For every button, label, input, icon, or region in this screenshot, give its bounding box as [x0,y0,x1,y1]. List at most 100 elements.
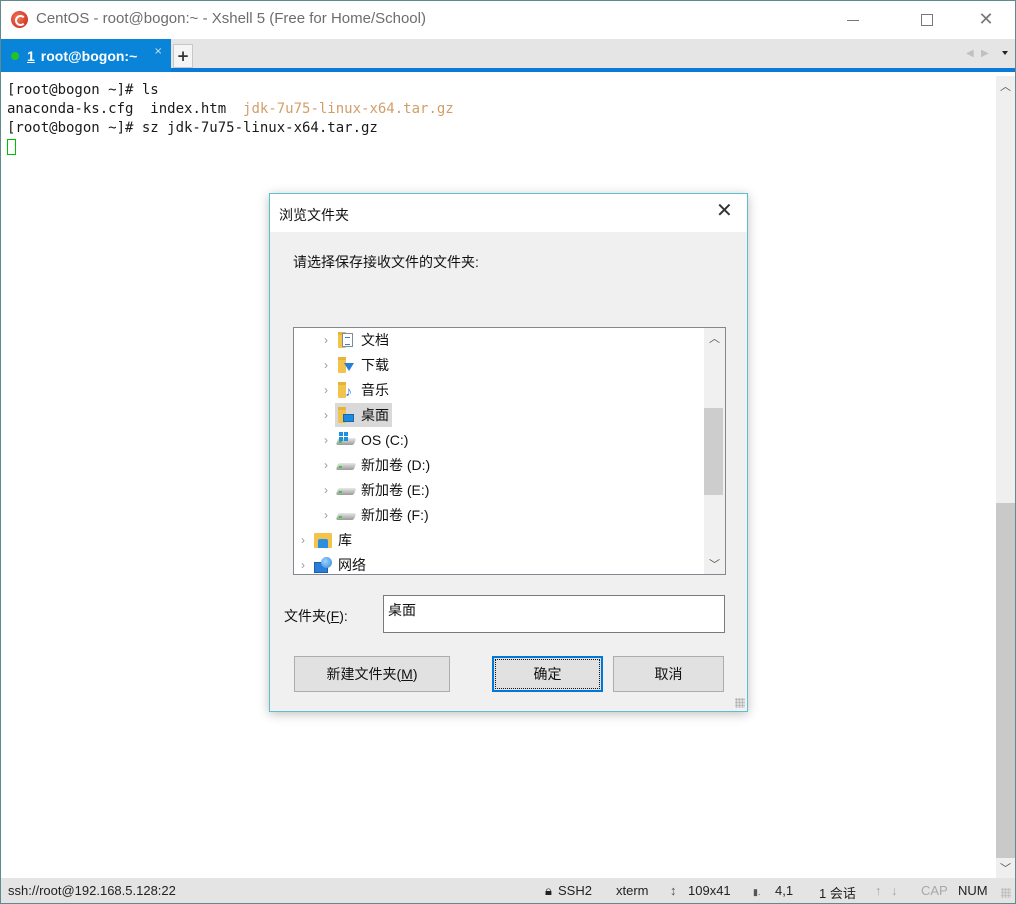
tree-item-content: 文档 [335,328,392,352]
downloads-folder-icon [337,357,355,373]
dialog-title-bar: 浏览文件夹 ✕ [270,194,747,232]
tree-item-drive-d[interactable]: › 新加卷 (D:) [317,453,433,477]
file-entry: index.htm [150,101,227,117]
expand-chevron-icon[interactable]: › [317,358,335,372]
tab-label: root@bogon:~ [40,47,138,64]
minimize-icon [847,19,859,21]
tree-item-content: OS (C:) [335,428,411,452]
resize-icon: ↕ [670,883,677,898]
caps-lock-indicator: CAP [921,883,948,898]
cursor-position-icon: ▮. [753,887,761,897]
command: sz jdk-7u75-linux-x64.tar.gz [141,120,378,136]
dialog-resize-grip-icon[interactable] [735,698,745,708]
tree-item-content: 网络 [312,553,369,574]
library-icon [314,532,332,548]
tree-item-drive-e[interactable]: › 新加卷 (E:) [317,478,432,502]
new-tab-button[interactable]: + [173,44,193,68]
tree-item-content: 下载 [335,353,392,377]
expand-chevron-icon[interactable]: › [317,333,335,347]
close-button[interactable]: ✕ [963,1,1009,39]
new-folder-accesskey: M [401,666,413,682]
folder-label-suffix: ): [339,608,348,624]
ok-button[interactable]: 确定 [492,656,603,692]
tree-item-content: 新加卷 (F:) [335,503,432,527]
folder-field-label: 文件夹(F): [284,606,348,626]
tab-close-icon[interactable]: × [154,46,162,57]
terminal-line: [root@bogon ~]# sz jdk-7u75-linux-x64.ta… [7,119,996,138]
drive-icon [335,507,357,523]
connection-address: ssh://root@192.168.5.128:22 [8,883,176,898]
tree-item-music[interactable]: › ♪ 音乐 [317,378,392,402]
close-icon: ✕ [978,9,994,30]
protocol: SSH2 [558,883,592,898]
folder-input[interactable]: 桌面 [383,595,725,633]
music-folder-icon: ♪ [337,382,355,398]
tree-item-downloads[interactable]: › 下载 [317,353,392,377]
status-bar: ssh://root@192.168.5.128:22 🔒︎ SSH2 xter… [1,878,1015,903]
expand-chevron-icon[interactable]: › [317,508,335,522]
tree-item-documents[interactable]: › 文档 [317,328,392,352]
terminal-line: anaconda-ks.cfg index.htm jdk-7u75-linux… [7,100,996,119]
cancel-button[interactable]: 取消 [613,656,724,692]
tree-item-label: OS (C:) [361,432,409,448]
tree-scrollbar[interactable]: ︿ ﹀ [704,328,725,574]
expand-chevron-icon[interactable]: › [317,433,335,447]
tree-item-drive-f[interactable]: › 新加卷 (F:) [317,503,432,527]
terminal-size: 109x41 [688,883,731,898]
lock-icon: 🔒︎ [545,883,552,898]
documents-folder-icon [337,332,355,348]
tree-item-label: 新加卷 (E:) [361,482,430,498]
tree-item-content: 新加卷 (D:) [335,453,433,477]
expand-chevron-icon[interactable]: › [317,408,335,422]
expand-chevron-icon[interactable]: › [294,558,312,572]
tree-item-label: 网络 [338,557,366,573]
window-title: CentOS - root@bogon:~ - Xshell 5 (Free f… [36,10,426,27]
tab-next-icon[interactable]: ▶ [981,48,989,59]
cursor-position: 4,1 [775,883,794,898]
tree-scroll-down-icon[interactable]: ﹀ [704,554,725,574]
file-entry: anaconda-ks.cfg [7,101,134,117]
new-folder-button[interactable]: 新建文件夹(M) [294,656,450,692]
tree-item-label: 新加卷 (F:) [361,507,429,523]
desktop-folder-icon [337,407,355,423]
terminal-line: [root@bogon ~]# ls [7,81,996,100]
upload-arrow-icon: ↑ [875,883,882,898]
tree-item-libraries[interactable]: › 库 [294,528,355,552]
tree-scroll-up-icon[interactable]: ︿ [704,328,725,348]
file-entry-archive: jdk-7u75-linux-x64.tar.gz [243,101,454,117]
scroll-up-icon[interactable]: ︿ [996,76,1015,96]
expand-chevron-icon[interactable]: › [294,533,312,547]
folder-label-prefix: 文件夹( [284,608,331,624]
num-lock-indicator: NUM [958,883,988,898]
minimize-button[interactable] [830,1,876,39]
terminal-scrollbar[interactable]: ︿ ﹀ [996,76,1015,878]
maximize-button[interactable] [904,1,950,39]
network-icon [314,557,332,573]
expand-chevron-icon[interactable]: › [317,483,335,497]
tree-item-desktop[interactable]: › 桌面 [317,403,392,427]
folder-tree[interactable]: › 文档 › 下载 › ♪ 音乐 › 桌面 › OS (C:) › 新加卷 (D… [293,327,726,575]
tree-item-drive-c[interactable]: › OS (C:) [317,428,411,452]
windows-drive-icon [335,432,357,448]
tree-item-label: 桌面 [361,407,389,423]
terminal-line [7,138,996,157]
tree-scrollbar-thumb[interactable] [704,408,723,495]
terminal-cursor [7,139,16,155]
tree-item-content: 桌面 [335,403,392,427]
tab-prev-icon[interactable]: ◀ [966,48,974,59]
scroll-down-icon[interactable]: ﹀ [996,858,1015,878]
tree-item-content: ♪ 音乐 [335,378,392,402]
connection-status-icon [11,51,19,60]
tab-session-1[interactable]: 1 root@bogon:~ × [1,39,171,72]
expand-chevron-icon[interactable]: › [317,383,335,397]
tree-item-label: 下载 [361,357,389,373]
resize-grip-icon[interactable] [1001,888,1011,898]
tree-item-label: 文档 [361,332,389,348]
tree-item-content: 库 [312,528,355,552]
tree-item-network[interactable]: › 网络 [294,553,369,574]
tree-item-content: 新加卷 (E:) [335,478,432,502]
scrollbar-thumb[interactable] [996,503,1015,858]
tab-list-dropdown-icon[interactable] [1002,51,1008,55]
expand-chevron-icon[interactable]: › [317,458,335,472]
dialog-close-icon[interactable]: ✕ [716,201,733,221]
